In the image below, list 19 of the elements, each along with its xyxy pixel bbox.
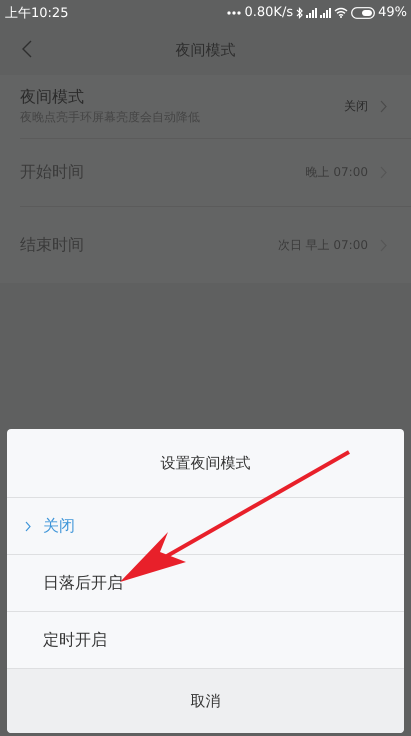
setting-title: 夜间模式 — [20, 87, 85, 108]
more-dots-icon — [227, 10, 242, 14]
chevron-icon — [25, 520, 31, 532]
wifi-icon — [334, 7, 348, 18]
chevron-icon — [380, 100, 387, 113]
dialog-title: 设置夜间模式 — [160, 454, 250, 472]
setting-value: 关闭 — [344, 98, 368, 115]
cancel-button[interactable]: 取消 — [7, 669, 404, 733]
clock-time: 上午10:25 — [5, 4, 68, 22]
bluetooth-icon — [296, 6, 304, 18]
option-label: 日落后开启 — [43, 572, 123, 594]
network-speed: 0.80K/s — [244, 5, 294, 20]
option-label: 关闭 — [43, 516, 75, 536]
battery-icon — [351, 6, 376, 18]
signal-icon — [320, 8, 332, 18]
option-label: 定时开启 — [43, 630, 107, 650]
signal-icon — [306, 8, 318, 18]
back-button[interactable] — [22, 40, 32, 58]
battery-percent: 49% — [378, 5, 407, 20]
